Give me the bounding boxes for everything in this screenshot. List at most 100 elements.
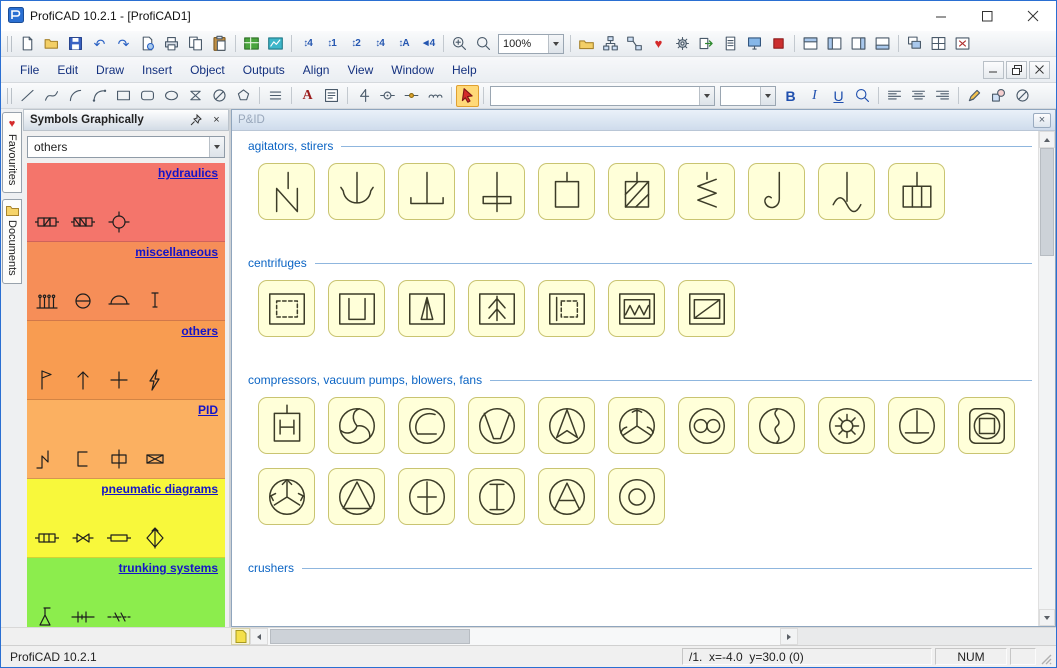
compressor-tri-symbol[interactable]	[328, 468, 385, 525]
grid-step-a-button[interactable]: ↕A	[392, 33, 415, 55]
minimize-button[interactable]	[918, 1, 964, 31]
mini-arrow-up-icon[interactable]	[71, 368, 95, 392]
grid-step-4-button[interactable]: ↕4	[296, 33, 319, 55]
shapes-button[interactable]	[987, 85, 1010, 107]
save-button[interactable]	[64, 33, 87, 55]
agitator-flat-symbol[interactable]	[398, 163, 455, 220]
menu-item-edit[interactable]: Edit	[48, 59, 87, 81]
no-fill-tool[interactable]	[208, 85, 231, 107]
insert-lamp-button[interactable]	[376, 85, 399, 107]
centrifuge-tree-symbol[interactable]	[468, 280, 525, 337]
open-button[interactable]	[40, 33, 63, 55]
compressor-tee-symbol[interactable]	[888, 397, 945, 454]
line-style-button[interactable]	[264, 85, 287, 107]
maximize-button[interactable]	[964, 1, 1010, 31]
menu-item-view[interactable]: View	[338, 59, 382, 81]
centrifuge-diagonal-symbol[interactable]	[678, 280, 735, 337]
menu-item-outputs[interactable]: Outputs	[234, 59, 294, 81]
export-button[interactable]	[695, 33, 718, 55]
bezier-tool[interactable]	[88, 85, 111, 107]
compressor-box-symbol[interactable]	[958, 397, 1015, 454]
compressor-kite-symbol[interactable]	[538, 397, 595, 454]
child-close-button[interactable]	[1029, 60, 1050, 79]
agitator-propeller-symbol[interactable]	[818, 163, 875, 220]
zoom-level-combo[interactable]: 100%	[498, 33, 564, 54]
compressor-ibeam-symbol[interactable]	[468, 468, 525, 525]
netlist-button[interactable]	[623, 33, 646, 55]
mini-comb-icon[interactable]	[35, 289, 59, 313]
mini-cross-ticks-icon[interactable]	[71, 605, 95, 627]
mini-lightning-icon[interactable]	[143, 368, 167, 392]
agitator-zigzag-symbol[interactable]	[678, 163, 735, 220]
toolbar-drag-handle[interactable]	[7, 35, 12, 52]
mini-rect-plain-icon[interactable]	[107, 526, 131, 550]
compressor-funnel-symbol[interactable]	[468, 397, 525, 454]
agitator-frame-symbol[interactable]	[538, 163, 595, 220]
document-titlebar[interactable]: P&ID ×	[232, 110, 1055, 130]
copy-button[interactable]	[184, 33, 207, 55]
zoom-window-button[interactable]	[472, 33, 495, 55]
agitator-n-symbol[interactable]	[258, 163, 315, 220]
document-list-button[interactable]	[719, 33, 742, 55]
grid-step-4b-button[interactable]: ↕4	[368, 33, 391, 55]
roots-blower-symbol[interactable]	[678, 397, 735, 454]
menu-item-help[interactable]: Help	[443, 59, 486, 81]
symbols-library-button[interactable]	[575, 33, 598, 55]
redo-button[interactable]: ↷	[112, 33, 135, 55]
compressor-plus-symbol[interactable]	[398, 468, 455, 525]
mini-dashed-icon[interactable]	[107, 605, 131, 627]
line-tool[interactable]	[16, 85, 39, 107]
close-button[interactable]	[1010, 1, 1056, 31]
stop-button[interactable]	[767, 33, 790, 55]
new-document-button[interactable]	[16, 33, 39, 55]
horizontal-scroll-thumb[interactable]	[270, 629, 470, 644]
insert-coil-button[interactable]	[424, 85, 447, 107]
centrifuge-zigzag-symbol[interactable]	[608, 280, 665, 337]
agitator-hook-symbol[interactable]	[748, 163, 805, 220]
monitor-button[interactable]	[743, 33, 766, 55]
sidebar-tab-documents[interactable]: Documents	[2, 199, 22, 284]
mini-plus-icon[interactable]	[107, 368, 131, 392]
scroll-right-icon[interactable]	[780, 628, 798, 645]
text-button[interactable]: A	[296, 85, 319, 107]
agitator-anchor-symbol[interactable]	[328, 163, 385, 220]
mini-diamond-arrow-icon[interactable]	[143, 526, 167, 550]
favourites-button[interactable]: ♥	[647, 33, 670, 55]
category-dropdown[interactable]: others	[27, 136, 225, 158]
panel-close-icon[interactable]: ×	[208, 112, 225, 128]
fan-3blade-symbol[interactable]	[608, 397, 665, 454]
mini-flask-icon[interactable]	[35, 605, 59, 627]
mini-pump2-icon[interactable]	[71, 210, 95, 234]
document-close-button[interactable]: ×	[1033, 112, 1051, 128]
compressor-star-symbol[interactable]	[818, 397, 875, 454]
polygon-tool[interactable]	[232, 85, 255, 107]
align-right-button[interactable]	[931, 85, 954, 107]
mini-pump1-icon[interactable]	[35, 210, 59, 234]
grid-step-1-button[interactable]: ↕1	[320, 33, 343, 55]
compressor-piston-symbol[interactable]	[258, 397, 315, 454]
centrifuge-dashed-line-symbol[interactable]	[538, 280, 595, 337]
panel-left-toggle[interactable]	[823, 33, 846, 55]
chevron-down-icon[interactable]	[548, 34, 563, 53]
centrifuge-basket-symbol[interactable]	[328, 280, 385, 337]
page-setup-button[interactable]	[136, 33, 159, 55]
chevron-down-icon[interactable]	[209, 137, 224, 157]
fan-y-symbol[interactable]	[258, 468, 315, 525]
mini-dome-icon[interactable]	[107, 289, 131, 313]
panel-right-toggle[interactable]	[847, 33, 870, 55]
window-tile-button[interactable]	[927, 33, 950, 55]
insert-node-button[interactable]	[400, 85, 423, 107]
undo-button[interactable]: ↶	[88, 33, 111, 55]
select-tool[interactable]	[456, 84, 479, 107]
menu-item-align[interactable]: Align	[294, 59, 339, 81]
child-minimize-button[interactable]	[983, 60, 1004, 79]
sidebar-tab-favourites[interactable]: ♥ Favourites	[2, 112, 22, 194]
centrifuge-dashed-symbol[interactable]	[258, 280, 315, 337]
window-cascade-button[interactable]	[903, 33, 926, 55]
curve-tool[interactable]	[40, 85, 63, 107]
pencil-button[interactable]	[963, 85, 986, 107]
menu-item-insert[interactable]: Insert	[133, 59, 181, 81]
toolbar-drag-handle[interactable]	[7, 87, 12, 104]
no-shape-button[interactable]	[1011, 85, 1034, 107]
agitator-turbine-symbol[interactable]	[888, 163, 945, 220]
